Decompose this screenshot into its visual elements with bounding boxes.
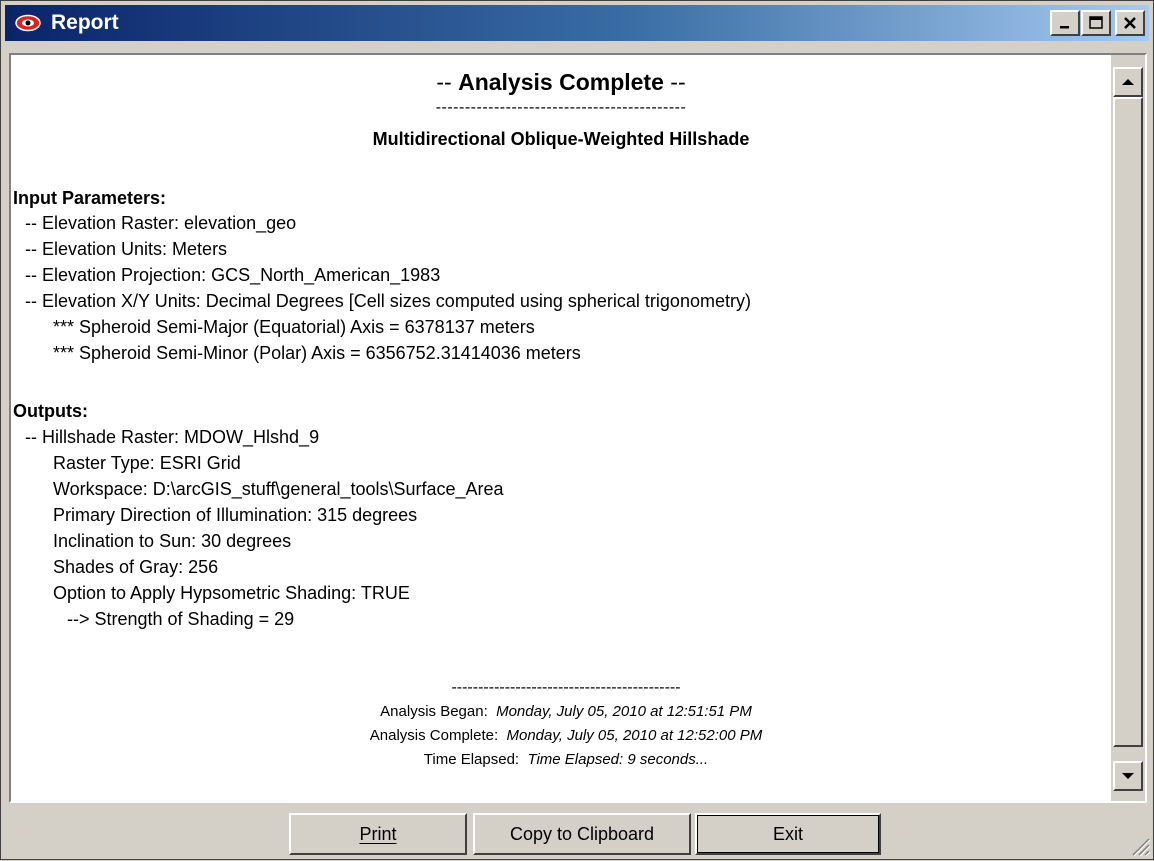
arrow-up-icon	[1122, 79, 1134, 85]
caption-buttons	[1049, 10, 1145, 36]
report-window: Report -- Analysis Complete -- ---------…	[0, 0, 1154, 860]
print-label: Print	[359, 823, 397, 844]
output-line: Inclination to Sun: 30 degrees	[53, 531, 292, 551]
footer-separator: ----------------------------------------…	[451, 679, 681, 696]
copy-to-clipboard-button[interactable]: Copy to Clipboard	[473, 813, 691, 855]
began-value: Monday, July 05, 2010 at 12:51:51 PM	[496, 703, 752, 720]
report-subtitle: Multidirectional Oblique-Weighted Hillsh…	[372, 129, 750, 149]
report-frame: -- Analysis Complete -- ----------------…	[9, 53, 1147, 803]
elapsed-label: Time Elapsed:	[423, 751, 520, 768]
minimize-button[interactable]	[1050, 10, 1080, 36]
input-line: *** Spheroid Semi-Major (Equatorial) Axi…	[53, 317, 535, 337]
input-line: -- Elevation Projection: GCS_North_Ameri…	[25, 265, 441, 285]
output-line: Raster Type: ESRI Grid	[53, 453, 241, 473]
output-line: Option to Apply Hypsometric Shading: TRU…	[53, 583, 410, 603]
output-line: -- Hillshade Raster: MDOW_Hlshd_9	[25, 427, 320, 447]
exit-label: Exit	[772, 823, 803, 844]
output-line: Primary Direction of Illumination: 315 d…	[53, 505, 418, 525]
minimize-icon	[1060, 26, 1069, 29]
scroll-down-button[interactable]	[1113, 761, 1143, 791]
eye-icon	[15, 14, 41, 32]
close-button[interactable]	[1115, 10, 1145, 36]
report-heading: -- Analysis Complete --	[11, 69, 1111, 96]
input-line: -- Elevation Units: Meters	[25, 239, 228, 259]
window-title: Report	[51, 11, 119, 34]
output-line: Shades of Gray: 256	[53, 557, 219, 577]
resize-grip-icon[interactable]	[1129, 835, 1151, 857]
analysis-began-line: Analysis Began: Monday, July 05, 2010 at…	[11, 703, 1121, 720]
maximize-button[interactable]	[1081, 10, 1111, 36]
input-line: -- Elevation Raster: elevation_geo	[25, 213, 297, 233]
button-bar: Print Copy to Clipboard Exit	[1, 807, 1154, 861]
heading-main: Analysis Complete	[458, 69, 664, 95]
title-bar[interactable]: Report	[5, 5, 1149, 41]
report-text-area[interactable]: -- Analysis Complete -- ----------------…	[11, 55, 1111, 801]
time-elapsed-line: Time Elapsed: Time Elapsed: 9 seconds...	[11, 751, 1121, 768]
input-parameters-title: Input Parameters:	[13, 188, 167, 208]
output-line: Workspace: D:\arcGIS_stuff\general_tools…	[53, 479, 504, 499]
began-label: Analysis Began:	[380, 703, 488, 720]
elapsed-value: Time Elapsed: 9 seconds...	[527, 751, 709, 768]
heading-suffix: --	[663, 69, 686, 95]
complete-value: Monday, July 05, 2010 at 12:52:00 PM	[506, 727, 763, 744]
heading-prefix: --	[436, 69, 459, 95]
exit-button[interactable]: Exit	[695, 813, 881, 855]
copy-label: Copy to Clipboard	[509, 823, 655, 844]
input-line: *** Spheroid Semi-Minor (Polar) Axis = 6…	[53, 343, 581, 363]
heading-separator: ----------------------------------------…	[435, 99, 687, 116]
vertical-scrollbar[interactable]	[1111, 55, 1145, 801]
maximize-icon	[1089, 16, 1103, 29]
arrow-down-icon	[1122, 773, 1134, 779]
outputs-title: Outputs:	[13, 401, 88, 421]
scroll-up-button[interactable]	[1113, 67, 1143, 97]
complete-label: Analysis Complete:	[369, 727, 499, 744]
close-icon	[1124, 17, 1136, 29]
print-button[interactable]: Print	[289, 813, 467, 855]
input-line: -- Elevation X/Y Units: Decimal Degrees …	[25, 291, 751, 311]
scroll-thumb[interactable]	[1113, 97, 1143, 747]
output-line: --> Strength of Shading = 29	[67, 609, 295, 629]
analysis-complete-line: Analysis Complete: Monday, July 05, 2010…	[11, 727, 1121, 744]
